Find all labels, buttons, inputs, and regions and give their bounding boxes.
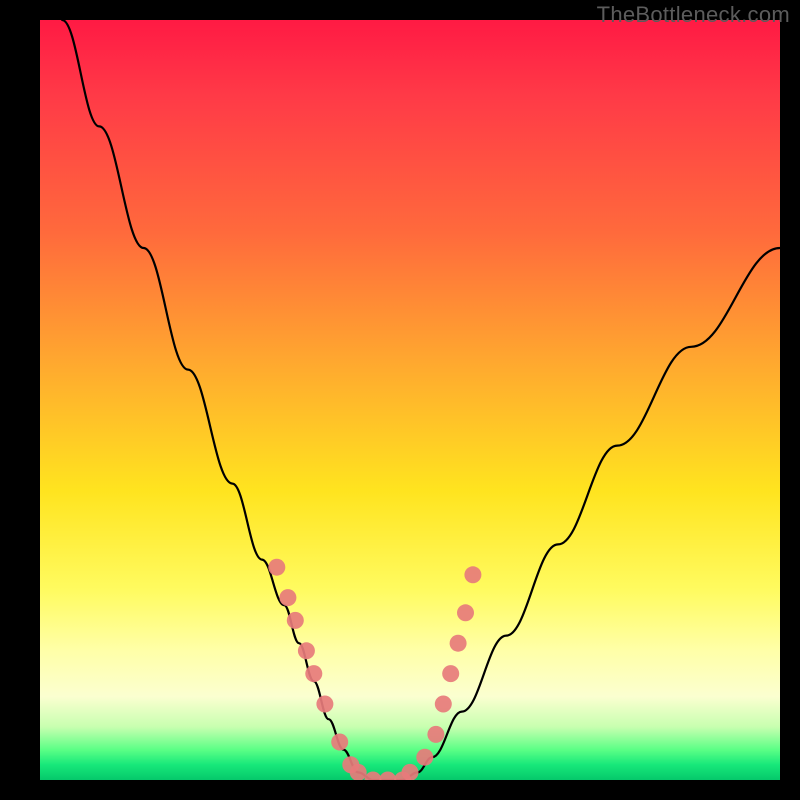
curve-svg	[40, 20, 780, 780]
chart-frame: TheBottleneck.com	[0, 0, 800, 800]
curve-line	[62, 20, 780, 780]
plot-area	[40, 20, 780, 780]
watermark-label: TheBottleneck.com	[597, 2, 790, 28]
marker-dots	[268, 559, 481, 780]
